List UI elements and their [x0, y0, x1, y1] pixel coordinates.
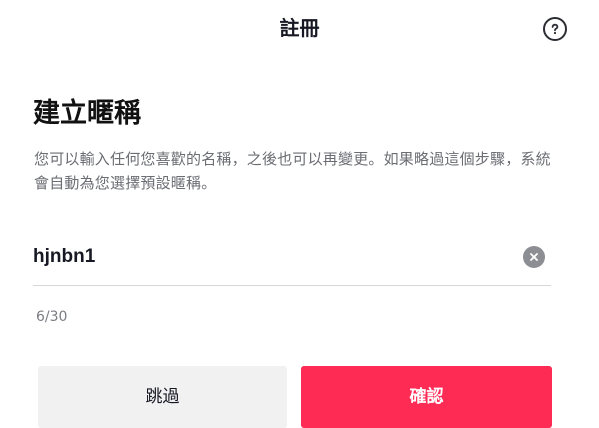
- description-text: 您可以輸入任何您喜歡的名稱，之後也可以再變更。如果略過這個步驟，系統會自動為您選…: [34, 150, 551, 192]
- character-counter: 6/30: [36, 309, 68, 325]
- question-circle-icon: [551, 23, 559, 35]
- nickname-registration-screen: 註冊 建立暱稱 您可以輸入任何您喜歡的名稱，之後也可以再變更。如果略過這個步驟，…: [0, 0, 599, 428]
- section-heading: 建立暱稱: [33, 98, 141, 129]
- nickname-input[interactable]: [33, 240, 503, 274]
- clear-circle-icon: [530, 253, 538, 261]
- clear-input-button[interactable]: [523, 246, 545, 268]
- nickname-field: [33, 240, 551, 286]
- header-bar: 註冊: [0, 0, 599, 58]
- page-title: 註冊: [279, 16, 320, 40]
- help-button[interactable]: [543, 17, 567, 41]
- confirm-button[interactable]: 確認: [301, 366, 552, 428]
- skip-button[interactable]: 跳過: [38, 366, 287, 428]
